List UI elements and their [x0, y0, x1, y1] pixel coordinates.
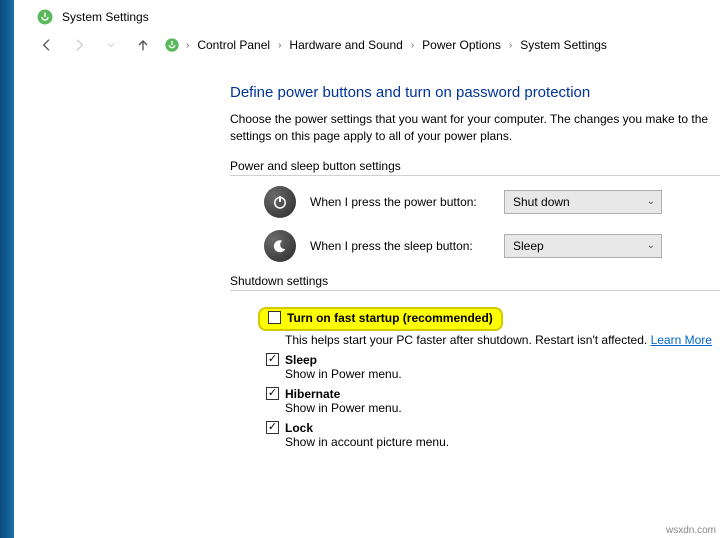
hibernate-option-label: Hibernate [285, 387, 340, 401]
sleep-option-desc: Show in Power menu. [285, 367, 720, 381]
titlebar: System Settings [30, 2, 720, 28]
chevron-right-icon[interactable]: › [405, 40, 420, 51]
page-title: Define power buttons and turn on passwor… [230, 84, 720, 101]
sleep-action-dropdown[interactable]: Sleep ⌄ [504, 234, 662, 258]
forward-button[interactable] [68, 34, 90, 56]
power-options-icon [164, 37, 180, 53]
chevron-down-icon: ⌄ [647, 196, 655, 207]
power-button-label: When I press the power button: [310, 195, 490, 209]
lock-option-desc: Show in account picture menu. [285, 435, 720, 449]
fast-startup-label: Turn on fast startup (recommended) [287, 311, 493, 325]
hibernate-option-desc: Show in Power menu. [285, 401, 720, 415]
dropdown-value: Sleep [513, 239, 544, 253]
lock-option-label: Lock [285, 421, 313, 435]
chevron-right-icon[interactable]: › [272, 40, 287, 51]
sleep-option-label: Sleep [285, 353, 317, 367]
power-options-icon [36, 8, 54, 26]
fast-startup-desc: This helps start your PC faster after sh… [285, 333, 720, 347]
page-description: Choose the power settings that you want … [230, 111, 720, 145]
desktop-edge [0, 0, 14, 538]
hibernate-checkbox[interactable] [266, 387, 279, 400]
power-icon [264, 186, 296, 218]
nav-toolbar: › Control Panel › Hardware and Sound › P… [30, 28, 720, 64]
lock-checkbox[interactable] [266, 421, 279, 434]
chevron-right-icon[interactable]: › [180, 40, 195, 51]
sleep-button-row: When I press the sleep button: Sleep ⌄ [264, 230, 720, 262]
chevron-down-icon: ⌄ [647, 240, 655, 251]
recent-locations-button[interactable] [100, 34, 122, 56]
section-header-shutdown: Shutdown settings [230, 274, 720, 291]
system-settings-window: System Settings › Control Panel › Hardwa… [30, 2, 720, 455]
up-button[interactable] [132, 34, 154, 56]
content-pane: Define power buttons and turn on passwor… [30, 64, 720, 449]
watermark: wsxdn.com [666, 525, 716, 536]
highlight-annotation: Turn on fast startup (recommended) [258, 307, 503, 331]
dropdown-value: Shut down [513, 195, 570, 209]
breadcrumb-item[interactable]: Hardware and Sound [287, 36, 404, 54]
back-button[interactable] [36, 34, 58, 56]
breadcrumb[interactable]: › Control Panel › Hardware and Sound › P… [164, 36, 609, 54]
chevron-right-icon[interactable]: › [503, 40, 518, 51]
section-header-buttons: Power and sleep button settings [230, 159, 720, 176]
sleep-icon [264, 230, 296, 262]
breadcrumb-item[interactable]: Control Panel [195, 36, 272, 54]
power-action-dropdown[interactable]: Shut down ⌄ [504, 190, 662, 214]
sleep-checkbox[interactable] [266, 353, 279, 366]
breadcrumb-item[interactable]: System Settings [518, 36, 609, 54]
breadcrumb-item[interactable]: Power Options [420, 36, 503, 54]
fast-startup-checkbox[interactable] [268, 311, 281, 324]
power-button-row: When I press the power button: Shut down… [264, 186, 720, 218]
sleep-button-label: When I press the sleep button: [310, 239, 490, 253]
window-title: System Settings [62, 10, 149, 24]
learn-more-link[interactable]: Learn More [651, 333, 712, 347]
